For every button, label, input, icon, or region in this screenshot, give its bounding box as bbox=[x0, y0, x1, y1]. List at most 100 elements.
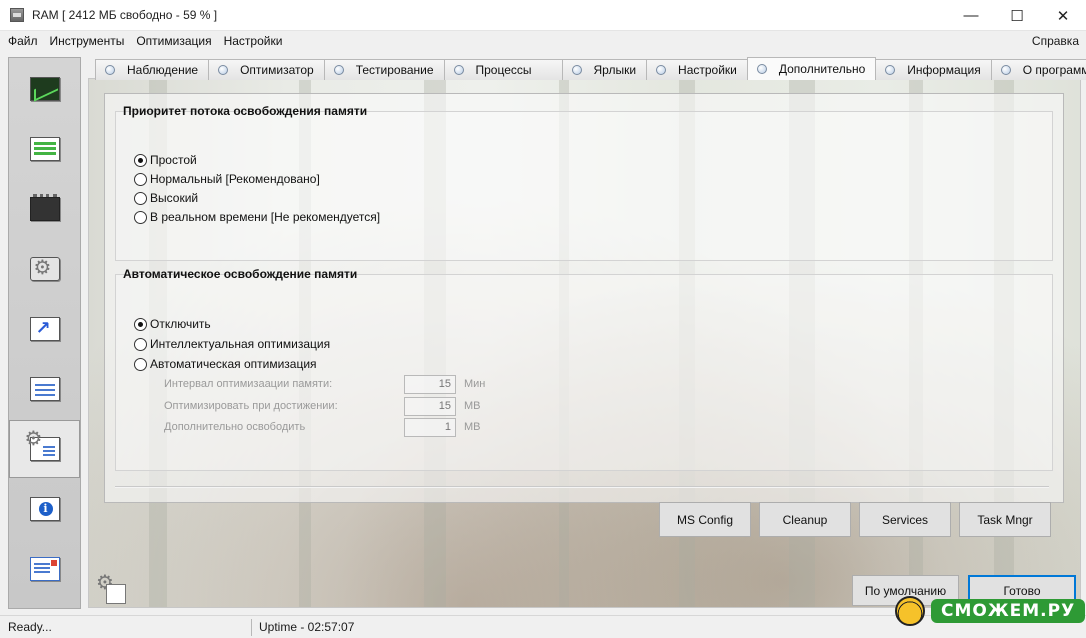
gears-icon bbox=[29, 255, 60, 281]
tab-testing[interactable]: Тестирование bbox=[323, 59, 445, 80]
bars-icon bbox=[29, 137, 60, 161]
status-divider bbox=[251, 619, 252, 636]
tab-label: Информация bbox=[907, 63, 981, 77]
tab-shortcuts[interactable]: Ярлыки bbox=[561, 59, 648, 80]
separator bbox=[115, 486, 1049, 488]
tab-dot-icon bbox=[1000, 65, 1011, 75]
mail-icon bbox=[29, 557, 60, 581]
menu-tools[interactable]: Инструменты bbox=[44, 31, 131, 51]
settings-gear-icon bbox=[96, 570, 126, 604]
interval-input[interactable]: 15 bbox=[404, 374, 456, 394]
cleanup-button[interactable]: Cleanup bbox=[759, 502, 851, 537]
radio-auto-intelligent[interactable]: Интеллектуальная оптимизация bbox=[134, 335, 330, 353]
menu-optimization[interactable]: Оптимизация bbox=[130, 31, 217, 51]
bee-logo-icon bbox=[895, 596, 925, 626]
ram-chip-icon bbox=[29, 194, 60, 221]
maximize-button[interactable]: ☐ bbox=[994, 0, 1040, 31]
tab-optimizer[interactable]: Оптимизатор bbox=[208, 59, 325, 80]
radio-button[interactable] bbox=[134, 357, 147, 371]
tab-information[interactable]: Информация bbox=[875, 59, 992, 80]
radio-priority-normal[interactable]: Нормальный [Рекомендовано] bbox=[134, 170, 320, 188]
tab-dot-icon bbox=[453, 65, 464, 75]
tab-dot-icon bbox=[105, 65, 115, 75]
sidebar-item-optimizer[interactable] bbox=[9, 120, 80, 178]
radio-label: Высокий bbox=[150, 191, 199, 205]
site-watermark: СМОЖЕМ.РУ bbox=[895, 596, 1086, 626]
radio-priority-simple[interactable]: Простой bbox=[134, 151, 197, 169]
tab-dot-icon bbox=[885, 65, 896, 75]
radio-label: Простой bbox=[150, 153, 197, 167]
tab-label: Наблюдение bbox=[127, 63, 199, 77]
services-button[interactable]: Services bbox=[859, 502, 951, 537]
interval-label: Интервал оптимизаации памяти: bbox=[164, 378, 333, 390]
radio-auto-disable[interactable]: Отключить bbox=[134, 315, 211, 333]
menu-file[interactable]: Файл bbox=[2, 31, 44, 51]
sidebar-item-information[interactable] bbox=[9, 480, 80, 538]
tab-label: Настройки bbox=[678, 63, 737, 77]
radio-button[interactable] bbox=[134, 317, 147, 331]
tab-settings[interactable]: Настройки bbox=[646, 59, 748, 80]
uptime-text: Uptime - 02:57:07 bbox=[259, 620, 355, 634]
sidebar-item-advanced[interactable] bbox=[9, 420, 80, 478]
sidebar bbox=[8, 57, 81, 609]
extra-free-input[interactable]: 1 bbox=[404, 417, 456, 437]
tab-label: Дополнительно bbox=[778, 62, 866, 76]
minimize-button[interactable]: — bbox=[948, 0, 994, 31]
ms-config-button[interactable]: MS Config bbox=[659, 502, 751, 537]
status-text: Ready... bbox=[8, 620, 52, 634]
tab-processes[interactable]: Процессы bbox=[443, 59, 563, 80]
sidebar-item-settings[interactable] bbox=[9, 360, 80, 418]
threshold-input[interactable]: 15 bbox=[404, 396, 456, 416]
close-button[interactable]: ✕ bbox=[1040, 0, 1086, 31]
sidebar-item-testing[interactable] bbox=[9, 180, 80, 238]
tab-label: Тестирование bbox=[355, 63, 434, 77]
menu-help[interactable]: Справка bbox=[1032, 31, 1079, 51]
settings-checklist-icon bbox=[25, 426, 60, 461]
ram-app-icon bbox=[10, 8, 24, 22]
interval-unit: Мин bbox=[464, 378, 486, 390]
tab-dot-icon bbox=[571, 65, 582, 75]
radio-priority-high[interactable]: Высокий bbox=[134, 189, 198, 207]
checklist-icon bbox=[29, 377, 60, 401]
extra-free-field-row: Дополнительно освободить 1 МВ bbox=[164, 417, 481, 437]
threshold-field-row: Оптимизировать при достижении: 15 МВ bbox=[164, 396, 481, 416]
radio-button[interactable] bbox=[134, 210, 147, 224]
sidebar-item-processes[interactable] bbox=[9, 240, 80, 298]
radio-priority-realtime[interactable]: В реальном времени [Не рекомендуется] bbox=[134, 208, 380, 226]
threshold-unit: МВ bbox=[464, 400, 481, 412]
title-bar: RAM [ 2412 МБ свободно - 59 % ] — ☐ ✕ bbox=[0, 0, 1086, 31]
radio-button[interactable] bbox=[134, 172, 147, 186]
menu-settings[interactable]: Настройки bbox=[218, 31, 289, 51]
priority-group-title: Приоритет потока освобождения памяти bbox=[123, 104, 368, 118]
radio-label: Автоматическая оптимизация bbox=[150, 357, 317, 371]
extra-free-unit: МВ bbox=[464, 421, 481, 433]
radio-button[interactable] bbox=[134, 191, 147, 205]
tab-advanced[interactable]: Дополнительно bbox=[746, 57, 877, 80]
sidebar-item-about[interactable] bbox=[9, 540, 80, 598]
window-title: RAM [ 2412 МБ свободно - 59 % ] bbox=[32, 8, 218, 22]
extra-free-label: Дополнительно освободить bbox=[164, 421, 306, 433]
sidebar-item-shortcuts[interactable] bbox=[9, 300, 80, 358]
tab-label: Процессы bbox=[475, 63, 532, 77]
task-manager-button[interactable]: Task Mngr bbox=[959, 502, 1051, 537]
radio-button[interactable] bbox=[134, 153, 147, 167]
radio-label: В реальном времени [Не рекомендуется] bbox=[150, 210, 381, 224]
radio-button[interactable] bbox=[134, 337, 147, 351]
tab-monitoring[interactable]: Наблюдение bbox=[95, 59, 210, 80]
tab-about[interactable]: О программе bbox=[990, 59, 1086, 80]
radio-label: Нормальный [Рекомендовано] bbox=[150, 172, 320, 186]
tab-label: Ярлыки bbox=[593, 63, 637, 77]
interval-field-row: Интервал оптимизаации памяти: 15 Мин bbox=[164, 374, 485, 394]
tab-dot-icon bbox=[218, 65, 229, 75]
tab-label: Оптимизатор bbox=[240, 63, 314, 77]
radio-auto-automatic[interactable]: Автоматическая оптимизация bbox=[134, 355, 317, 373]
tab-label: О программе bbox=[1022, 63, 1086, 77]
tab-dot-icon bbox=[656, 65, 667, 75]
tab-dot-icon bbox=[756, 64, 767, 74]
window-controls: — ☐ ✕ bbox=[948, 0, 1086, 31]
threshold-label: Оптимизировать при достижении: bbox=[164, 400, 338, 412]
sidebar-item-monitoring[interactable] bbox=[9, 60, 80, 118]
info-icon bbox=[29, 497, 60, 521]
radio-label: Интеллектуальная оптимизация bbox=[150, 337, 331, 351]
tab-strip: Наблюдение Оптимизатор Тестирование Проц… bbox=[95, 57, 1086, 80]
